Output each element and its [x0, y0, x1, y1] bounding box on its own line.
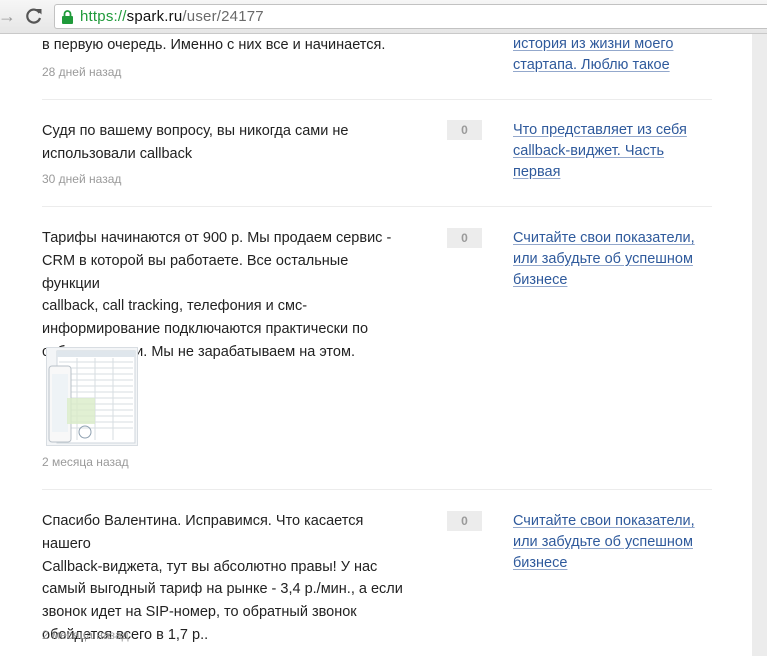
- url-path: /user/24177: [182, 8, 264, 25]
- reload-icon[interactable]: [24, 5, 44, 27]
- address-bar[interactable]: https://spark.ru/user/24177: [54, 4, 767, 29]
- divider: [42, 99, 712, 100]
- rating-badge: 0: [447, 228, 482, 248]
- comment-article-link[interactable]: история из жизни моего стартапа. Люблю т…: [513, 34, 713, 76]
- rating-badge: 0: [447, 120, 482, 140]
- comment-article-link[interactable]: Что представляет из себя callback-виджет…: [513, 120, 713, 183]
- comment-text: в первую очередь. Именно с них все и нач…: [42, 37, 386, 53]
- comment-text: Спасибо Валентина. Исправимся. Что касае…: [42, 513, 403, 643]
- page-scrollbar[interactable]: [752, 34, 767, 656]
- attachment-thumbnail[interactable]: [46, 347, 138, 446]
- comment-date: 2 месяца назад: [42, 455, 129, 469]
- comment-text: Судя по вашему вопросу, вы никогда сами …: [42, 123, 349, 162]
- rating-badge: 0: [447, 511, 482, 531]
- divider: [42, 206, 712, 207]
- url-host: spark.ru: [126, 8, 183, 25]
- browser-toolbar: → https://spark.ru/user/24177: [0, 0, 767, 34]
- comment-article-link[interactable]: Считайте свои показатели, или забудьте о…: [513, 511, 713, 574]
- comment-article-link[interactable]: Считайте свои показатели, или забудьте о…: [513, 228, 713, 291]
- comment-text: Тарифы начинаются от 900 р. Мы продаем с…: [42, 230, 392, 360]
- lock-icon: [61, 10, 74, 24]
- comment-date: 2 месяца назад: [42, 628, 129, 642]
- comments-card: в первую очередь. Именно с них все и нач…: [0, 34, 752, 656]
- comment-date: 30 дней назад: [42, 172, 122, 186]
- comment-date: 28 дней назад: [42, 65, 122, 79]
- divider: [42, 489, 712, 490]
- back-arrow-icon[interactable]: →: [0, 7, 16, 25]
- url-scheme: https://: [80, 8, 127, 25]
- url-text[interactable]: https://spark.ru/user/24177: [80, 8, 264, 26]
